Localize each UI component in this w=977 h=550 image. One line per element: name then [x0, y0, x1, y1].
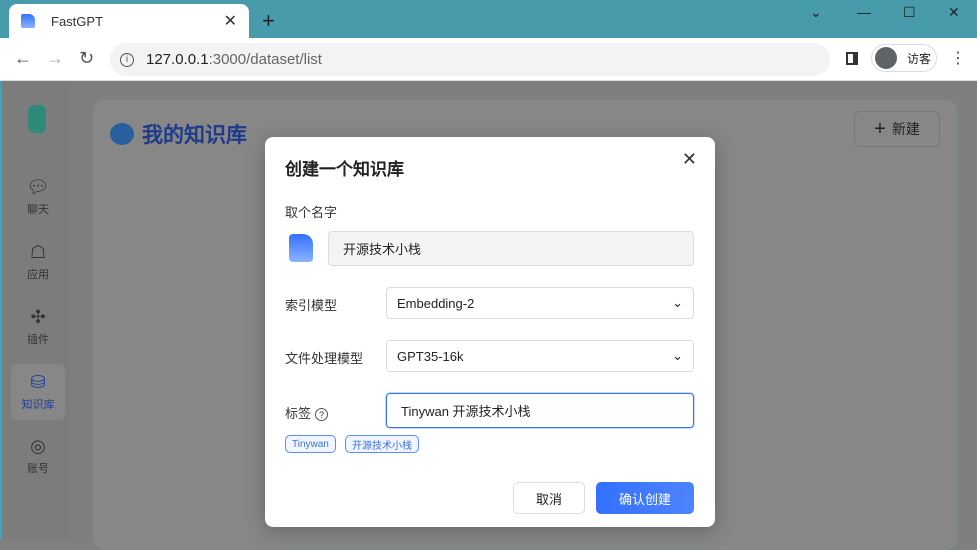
file-model-select[interactable]: GPT35-16k ⌄ — [386, 340, 694, 372]
cancel-button[interactable]: 取消 — [513, 482, 585, 514]
robot-icon: ☖ — [29, 242, 47, 262]
tag-chip: 开源技术小栈 — [345, 435, 419, 453]
index-model-value: Embedding-2 — [397, 295, 475, 311]
app-logo — [28, 105, 46, 133]
file-model-value: GPT35-16k — [397, 348, 464, 364]
tab-search-icon[interactable]: ⌄ — [810, 4, 822, 21]
sidebar-item-plugins[interactable]: ✣ 插件 — [11, 299, 65, 355]
sidebar-item-chat[interactable]: 💬︎ 聊天 — [11, 169, 65, 225]
puzzle-icon: ✣ — [30, 307, 46, 327]
sidebar-item-datasets[interactable]: ⛁ 知识库 — [11, 364, 65, 420]
sidebar-item-account[interactable]: ◎ 账号 — [11, 428, 65, 484]
user-icon: ◎ — [30, 436, 46, 456]
help-icon[interactable]: ? — [315, 408, 329, 422]
name-input[interactable]: 开源技术小栈 — [328, 231, 694, 266]
tags-label: 标签? — [285, 403, 329, 422]
reload-button[interactable]: ↻ — [79, 48, 94, 69]
page-title-text: 我的知识库 — [142, 124, 247, 147]
sidebar-item-label: 应用 — [27, 269, 49, 281]
forward-button[interactable]: → — [46, 48, 64, 69]
address-bar-row: ← → ↻ i 127.0.0.1:3000/dataset/list 访客 ⋮ — [0, 38, 977, 81]
modal-title: 创建一个知识库 — [285, 160, 404, 179]
database-icon: ⛁ — [30, 372, 46, 392]
fastgpt-logo-icon — [21, 14, 35, 28]
tag-chip: Tinywan — [285, 435, 336, 453]
url-host: 127.0.0.1 — [146, 51, 209, 68]
profile-label: 访客 — [907, 51, 932, 66]
minimize-button[interactable]: — — [857, 4, 871, 20]
sidebar-item-label: 聊天 — [27, 204, 49, 216]
url-input[interactable]: i 127.0.0.1:3000/dataset/list — [110, 43, 830, 76]
maximize-button[interactable]: ☐ — [903, 4, 916, 21]
site-info-icon[interactable]: i — [120, 52, 134, 67]
tab-close-icon[interactable]: ✕ — [224, 11, 237, 31]
sidebar-item-apps[interactable]: ☖ 应用 — [11, 234, 65, 290]
index-model-select[interactable]: Embedding-2 ⌄ — [386, 287, 694, 319]
tags-input[interactable]: Tinywan 开源技术小栈 — [386, 393, 694, 428]
sidebar-item-label: 知识库 — [21, 399, 55, 411]
new-tab-button[interactable]: + — [262, 8, 275, 34]
new-button-label: 新建 — [891, 121, 920, 137]
chevron-down-icon: ⌄ — [672, 295, 683, 310]
sidebar-item-label: 账号 — [27, 463, 49, 475]
page-title: 我的知识库 — [110, 119, 247, 149]
avatar-icon — [875, 47, 897, 69]
name-label: 取个名字 — [285, 205, 338, 220]
sidebar: 💬︎ 聊天 ☖ 应用 ✣ 插件 ⛁ 知识库 ◎ 账号 — [0, 81, 71, 539]
file-model-label: 文件处理模型 — [285, 351, 364, 366]
url-path: :3000/dataset/list — [208, 51, 322, 68]
plus-icon: + — [874, 117, 886, 140]
browser-tab[interactable]: FastGPT ✕ — [9, 4, 249, 38]
database-icon — [110, 123, 134, 145]
close-window-button[interactable]: ✕ — [948, 4, 960, 21]
browser-menu-icon[interactable]: ⋮ — [950, 48, 966, 68]
profile-button[interactable]: 访客 — [871, 44, 937, 72]
back-button[interactable]: ← — [14, 48, 32, 69]
dataset-avatar[interactable] — [289, 234, 313, 262]
new-dataset-button[interactable]: + 新建 — [854, 111, 940, 147]
tab-title: FastGPT — [51, 13, 104, 29]
chevron-down-icon: ⌄ — [672, 348, 683, 363]
create-dataset-modal: 创建一个知识库 ✕ 取个名字 开源技术小栈 索引模型 Embedding-2 ⌄ … — [265, 137, 715, 527]
chat-icon: 💬︎ — [26, 177, 50, 197]
confirm-create-button[interactable]: 确认创建 — [596, 482, 694, 514]
index-model-label: 索引模型 — [285, 298, 338, 313]
browser-tab-bar: FastGPT ✕ + ⌄ — ☐ ✕ — [0, 0, 977, 38]
side-panel-icon[interactable] — [846, 52, 858, 65]
tags-label-text: 标签 — [285, 406, 312, 421]
close-icon[interactable]: ✕ — [682, 149, 697, 170]
sidebar-item-label: 插件 — [27, 334, 49, 346]
